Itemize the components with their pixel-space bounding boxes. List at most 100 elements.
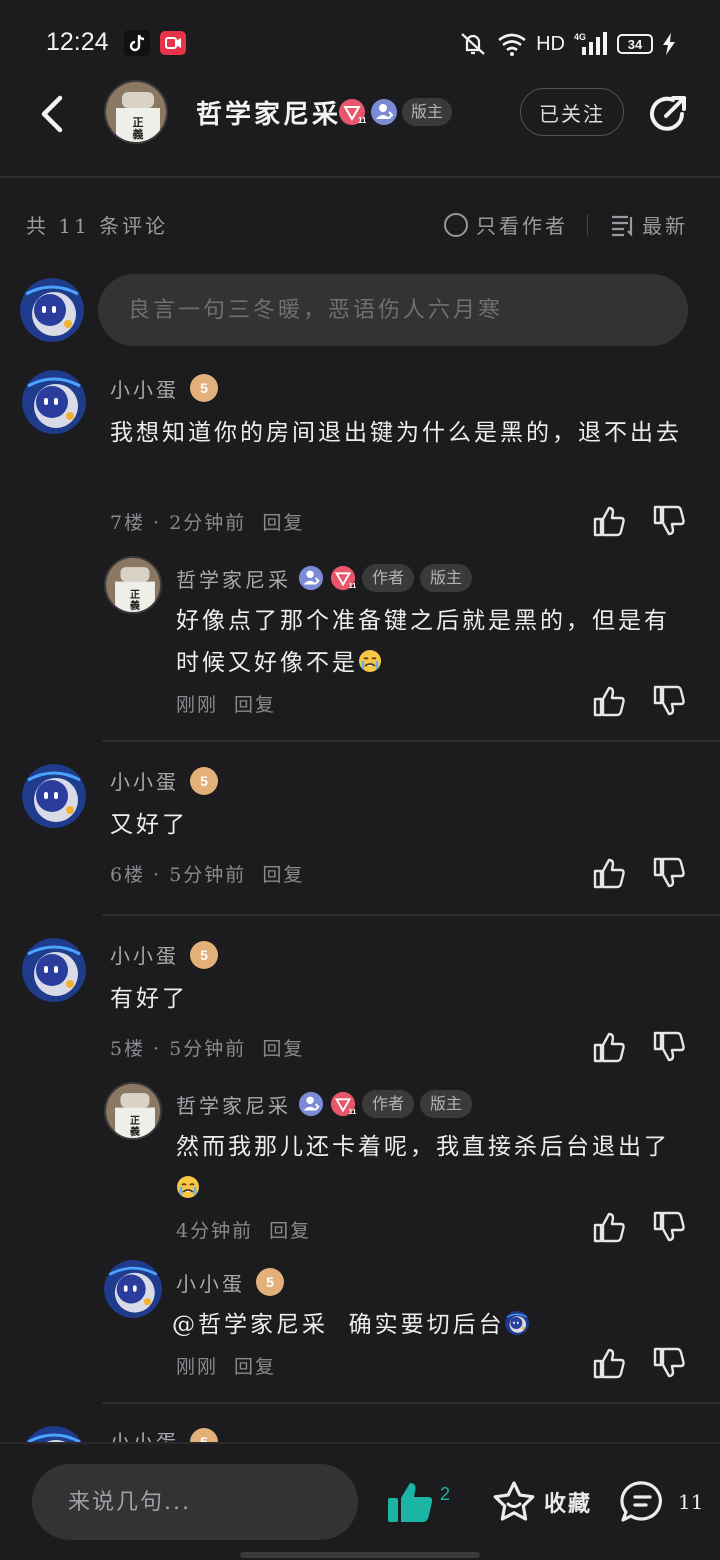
like-button[interactable]: 2 (386, 1480, 450, 1524)
home-indicator[interactable] (240, 1552, 480, 1558)
user-avatar[interactable] (104, 1260, 162, 1318)
favorite-label: 收藏 (544, 1491, 593, 1517)
favorite-button[interactable]: 收藏 (492, 1480, 592, 1524)
reply-link[interactable]: 回复 (234, 694, 276, 716)
host-avatar[interactable] (104, 80, 168, 144)
host-avatar[interactable] (104, 556, 162, 614)
comments-button[interactable]: 11 (620, 1480, 703, 1524)
host-avatar[interactable] (104, 1082, 162, 1140)
reply-meta: 刚刚 回复 (176, 1352, 276, 1379)
username[interactable]: 哲学家尼采 (176, 564, 291, 593)
moderator-badge-icon (298, 1091, 324, 1117)
thumb-up-icon[interactable] (592, 1030, 626, 1064)
reply-link[interactable]: 回复 (262, 1038, 304, 1060)
author-tag: 作者 (362, 1090, 415, 1118)
sort-label: 最新 (642, 214, 688, 238)
crying-emoji-icon (358, 645, 382, 672)
reply-text: 然而我那儿还卡着呢，我直接杀后台退出了 (176, 1126, 676, 1210)
reply-text-content: 然而我那儿还卡着呢，我直接杀后台退出了 (176, 1134, 670, 1160)
back-icon[interactable] (34, 92, 74, 136)
thumb-down-icon[interactable] (652, 684, 686, 718)
thumb-up-icon[interactable] (592, 856, 626, 890)
crying-emoji-icon (176, 1171, 200, 1198)
level-badge-icon: 5 (190, 374, 218, 402)
wifi-icon (498, 33, 526, 56)
header-separator (587, 214, 588, 236)
reply-link[interactable]: 回复 (234, 1356, 276, 1378)
comment-count: 共 11 条评论 (26, 214, 169, 238)
moderator-tag: 版主 (420, 1090, 473, 1118)
share-icon[interactable] (646, 92, 690, 136)
mention-link[interactable]: @哲学家尼采 (172, 1312, 328, 1338)
sort-button[interactable]: 最新 (610, 210, 688, 239)
thumb-down-icon[interactable] (652, 504, 686, 538)
reply-text: @哲学家尼采 确实要切后台 (172, 1304, 529, 1346)
comment-meta: 6楼 · 5分钟前 回复 (110, 864, 305, 886)
reply-time: 4分钟前 (176, 1220, 254, 1242)
svg-text:4G: 4G (574, 32, 586, 42)
bottom-bar: 2 收藏 11 (0, 1442, 720, 1560)
comment-divider (102, 1402, 720, 1404)
reply-link[interactable]: 回复 (262, 512, 304, 534)
thumb-down-icon[interactable] (652, 1346, 686, 1380)
thumb-up-icon[interactable] (592, 684, 626, 718)
thumb-down-icon[interactable] (652, 1210, 686, 1244)
reply-link[interactable]: 回复 (262, 864, 304, 886)
only-author-toggle[interactable]: 只看作者 (444, 210, 568, 239)
charging-icon (663, 33, 675, 55)
my-avatar (20, 278, 84, 342)
username[interactable]: 小小蛋 (110, 766, 179, 795)
comment-input[interactable] (98, 274, 688, 346)
comment-time: 5分钟前 (169, 1038, 247, 1060)
floor-number: 6楼 (110, 864, 146, 886)
floor-number: 7楼 (110, 512, 146, 534)
vip-level-badge-icon (338, 98, 366, 126)
username[interactable]: 哲学家尼采 (176, 1090, 291, 1119)
moderator-badge-icon (298, 565, 324, 591)
comment-divider (102, 914, 720, 916)
level-badge-icon: 5 (190, 767, 218, 795)
mute-bell-icon (461, 33, 485, 55)
thumb-down-icon[interactable] (652, 856, 686, 890)
bottom-comment-input[interactable] (32, 1464, 358, 1540)
reply-text-content: 好像点了那个准备键之后就是黑的，但是有时候又好像不是 (176, 608, 670, 676)
comment-meta: 7楼 · 2分钟前 回复 (110, 512, 305, 534)
thumb-up-icon[interactable] (592, 1210, 626, 1244)
username[interactable]: 小小蛋 (110, 374, 179, 403)
screen-record-icon (160, 31, 186, 55)
thumb-up-icon[interactable] (592, 1346, 626, 1380)
reply-meta: 4分钟前 回复 (176, 1216, 311, 1243)
reply-time: 刚刚 (176, 1356, 219, 1378)
like-count: 2 (440, 1484, 451, 1504)
status-bar: 12:24 HD 4G 34 (0, 0, 720, 86)
comment-divider (102, 740, 720, 742)
username[interactable]: 小小蛋 (176, 1268, 245, 1297)
comment-header: 共 11 条评论 只看作者 最新 (0, 206, 720, 246)
follow-button[interactable]: 已关注 (520, 88, 624, 136)
status-time: 12:24 (46, 28, 109, 56)
vip-level-badge-icon (330, 1091, 356, 1117)
comment-input-row (0, 274, 720, 348)
comment-text: 有好了 (110, 986, 188, 1012)
username[interactable]: 小小蛋 (110, 940, 179, 969)
battery-icon: 34 (617, 34, 653, 54)
user-avatar[interactable] (22, 764, 86, 828)
reply-text-content: 确实要切后台 (348, 1312, 505, 1338)
user-avatar[interactable] (22, 370, 86, 434)
header-divider (0, 176, 720, 178)
robot-emoji-icon (505, 1307, 529, 1331)
user-avatar[interactable] (22, 938, 86, 1002)
star-icon (493, 1481, 535, 1521)
host-name[interactable]: 哲学家尼采 (196, 94, 341, 131)
sort-icon (612, 215, 633, 237)
moderator-badge-icon (370, 98, 398, 126)
reply-link[interactable]: 回复 (269, 1220, 311, 1242)
top-nav: 哲学家尼采 版主 已关注 (0, 76, 720, 176)
only-author-label: 只看作者 (476, 214, 568, 238)
comment-count-label: 11 (678, 1490, 704, 1514)
signal-icon: 4G (574, 32, 607, 55)
thumb-up-icon[interactable] (592, 504, 626, 538)
thumb-down-icon[interactable] (652, 1030, 686, 1064)
moderator-tag: 版主 (402, 98, 453, 126)
comment-time: 2分钟前 (169, 512, 247, 534)
